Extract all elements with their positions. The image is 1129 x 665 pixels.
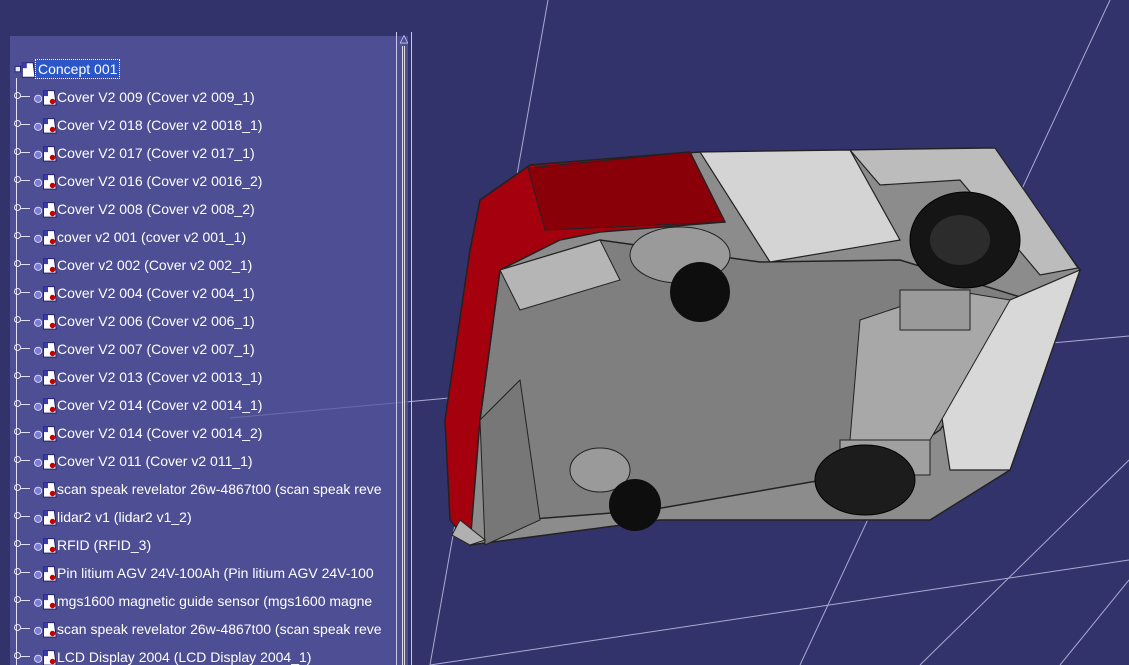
specification-tree[interactable]: Concept 001 Cover V2 009 (Cover v2 009_1…: [10, 36, 408, 665]
tree-branch: [20, 96, 30, 97]
tree-item-label: lidar2 v1 (lidar2 v1_2): [57, 509, 192, 525]
scroll-up-arrow-icon[interactable]: △: [396, 32, 412, 46]
tree-item-label: Pin litium AGV 24V-100Ah (Pin litium AGV…: [57, 565, 374, 581]
tree-item[interactable]: Cover V2 008 (Cover v2 008_2): [10, 190, 406, 220]
tree-item[interactable]: Cover V2 011 (Cover v2 011_1): [10, 442, 406, 472]
tree-item[interactable]: Cover V2 016 (Cover v2 0016_2): [10, 162, 406, 192]
tree-item-label: Cover V2 014 (Cover v2 0014_1): [57, 397, 263, 413]
tree-branch: [20, 264, 30, 265]
tree-item-label: Cover V2 013 (Cover v2 0013_1): [57, 369, 263, 385]
tree-item-label: Cover V2 014 (Cover v2 0014_2): [57, 425, 263, 441]
tree-item[interactable]: mgs1600 magnetic guide sensor (mgs1600 m…: [10, 582, 406, 612]
tree-item-label: Cover V2 017 (Cover v2 017_1): [57, 145, 255, 161]
tree-item[interactable]: Cover V2 014 (Cover v2 0014_2): [10, 414, 406, 444]
tree-item[interactable]: Cover V2 018 (Cover v2 0018_1): [10, 106, 406, 136]
tree-item[interactable]: LCD Display 2004 (LCD Display 2004_1): [10, 638, 406, 665]
tree-item[interactable]: cover v2 001 (cover v2 001_1): [10, 218, 406, 248]
tree-branch: [20, 628, 30, 629]
tree-branch: [20, 488, 30, 489]
tree-item-label: RFID (RFID_3): [57, 537, 152, 553]
tree-item-label: Cover V2 018 (Cover v2 0018_1): [57, 117, 263, 133]
tree-branch: [20, 432, 30, 433]
tree-item-label: Cover V2 004 (Cover v2 004_1): [57, 285, 255, 301]
tree-item[interactable]: Cover v2 002 (Cover v2 002_1): [10, 246, 406, 276]
tree-item-label: scan speak revelator 26w-4867t00 (scan s…: [57, 481, 382, 497]
tree-branch: [20, 516, 30, 517]
tree-root-label[interactable]: Concept 001: [34, 59, 121, 79]
tree-branch: [20, 572, 30, 573]
tree-item-label: scan speak revelator 26w-4867t00 (scan s…: [57, 621, 382, 637]
tree-branch: [20, 152, 30, 153]
tree-branch: [20, 236, 30, 237]
tree-root[interactable]: Concept 001: [10, 58, 406, 80]
tree-item[interactable]: Pin litium AGV 24V-100Ah (Pin litium AGV…: [10, 554, 406, 584]
tree-item[interactable]: Cover V2 007 (Cover v2 007_1): [10, 330, 406, 360]
tree-branch: [20, 124, 30, 125]
tree-item-label: Cover V2 011 (Cover v2 011_1): [57, 453, 253, 469]
tree-item-label: Cover V2 006 (Cover v2 006_1): [57, 313, 255, 329]
tree-branch: [20, 208, 30, 209]
product-icon: [14, 62, 36, 78]
tree-item-label: cover v2 001 (cover v2 001_1): [57, 229, 247, 245]
tree-branch: [20, 460, 30, 461]
tree-item[interactable]: lidar2 v1 (lidar2 v1_2): [10, 498, 406, 528]
tree-item[interactable]: Cover V2 014 (Cover v2 0014_1): [10, 386, 406, 416]
agv-robot-model[interactable]: [444, 147, 1082, 547]
tree-branch: [20, 292, 30, 293]
scroll-thumb[interactable]: [402, 46, 405, 665]
tree-branch: [20, 180, 30, 181]
tree-branch: [20, 348, 30, 349]
tree-item[interactable]: Cover V2 017 (Cover v2 017_1): [10, 134, 406, 164]
tree-item[interactable]: scan speak revelator 26w-4867t00 (scan s…: [10, 470, 406, 500]
tree-branch: [20, 320, 30, 321]
tree-branch: [20, 404, 30, 405]
tree-item-label: LCD Display 2004 (LCD Display 2004_1): [57, 649, 312, 665]
tree-item-label: Cover V2 007 (Cover v2 007_1): [57, 341, 255, 357]
tree-item-label: Cover v2 002 (Cover v2 002_1): [57, 257, 253, 273]
tree-branch: [20, 376, 30, 377]
tree-item[interactable]: Cover V2 013 (Cover v2 0013_1): [10, 358, 406, 388]
tree-item[interactable]: Cover V2 006 (Cover v2 006_1): [10, 302, 406, 332]
tree-item[interactable]: Cover V2 009 (Cover v2 009_1): [10, 78, 406, 108]
tree-item-label: mgs1600 magnetic guide sensor (mgs1600 m…: [57, 593, 373, 609]
tree-item-label: Cover V2 016 (Cover v2 0016_2): [57, 173, 263, 189]
tree-scrollbar[interactable]: △: [396, 32, 412, 665]
tree-item-label: Cover V2 008 (Cover v2 008_2): [57, 201, 255, 217]
tree-item[interactable]: RFID (RFID_3): [10, 526, 406, 556]
tree-item-label: Cover V2 009 (Cover v2 009_1): [57, 89, 255, 105]
tree-item[interactable]: scan speak revelator 26w-4867t00 (scan s…: [10, 610, 406, 640]
tree-branch: [20, 656, 30, 657]
tree-item[interactable]: Cover V2 004 (Cover v2 004_1): [10, 274, 406, 304]
tree-branch: [20, 600, 30, 601]
tree-branch: [20, 544, 30, 545]
